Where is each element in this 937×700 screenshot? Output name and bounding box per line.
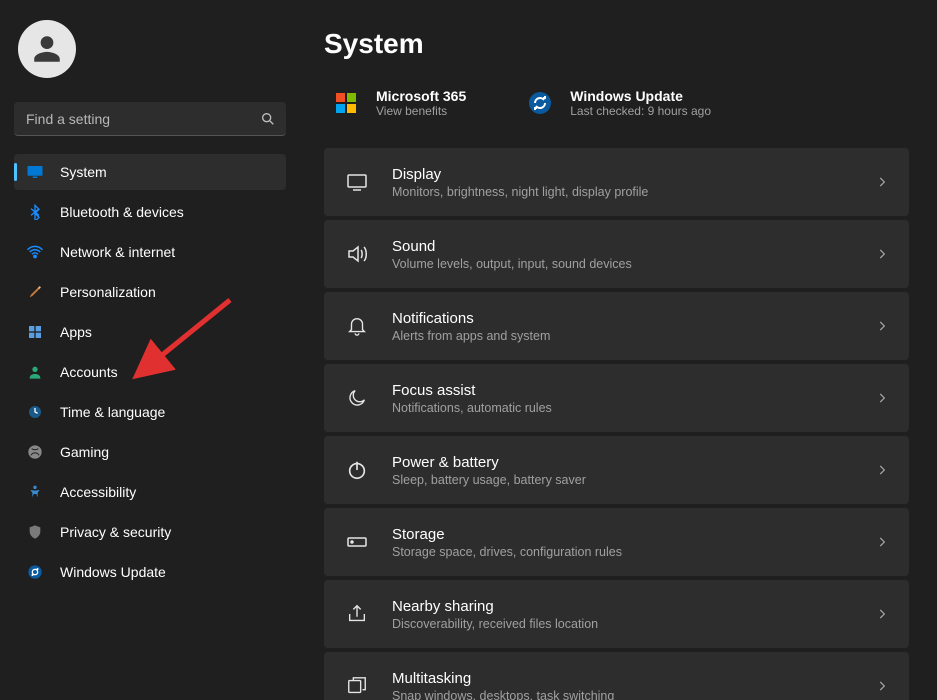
chevron-right-icon [875,247,889,261]
accessibility-icon [26,483,44,501]
page-title: System [324,28,909,60]
sidebar-item-network[interactable]: Network & internet [14,234,286,270]
sidebar-item-label: Privacy & security [60,524,171,540]
tile-subtitle: Volume levels, output, input, sound devi… [392,257,875,271]
multitasking-icon [344,673,370,699]
tile-sound[interactable]: Sound Volume levels, output, input, soun… [324,220,909,288]
tile-subtitle: Notifications, automatic rules [392,401,875,415]
sidebar-item-gaming[interactable]: Gaming [14,434,286,470]
top-card-row: Microsoft 365 View benefits Windows Upda… [324,88,909,118]
tile-subtitle: Storage space, drives, configuration rul… [392,545,875,559]
wifi-icon [26,243,44,261]
chevron-right-icon [875,535,889,549]
bluetooth-icon [26,203,44,221]
user-avatar[interactable] [18,20,76,78]
tile-title: Sound [392,238,875,255]
tile-title: Display [392,166,875,183]
tile-notifications[interactable]: Notifications Alerts from apps and syste… [324,292,909,360]
display-icon [344,169,370,195]
tile-title: Storage [392,526,875,543]
person-icon [26,363,44,381]
chevron-right-icon [875,679,889,693]
sidebar-nav: System Bluetooth & devices Network & int… [14,154,286,594]
tile-multitasking[interactable]: Multitasking Snap windows, desktops, tas… [324,652,909,700]
xbox-icon [26,443,44,461]
apps-icon [26,323,44,341]
clock-globe-icon [26,403,44,421]
sidebar-item-label: Bluetooth & devices [60,204,184,220]
paintbrush-icon [26,283,44,301]
main-content: System Microsoft 365 View benefits Windo… [300,0,937,700]
card-subtitle: View benefits [376,104,466,118]
tile-title: Multitasking [392,670,875,687]
storage-icon [344,529,370,555]
chevron-right-icon [875,175,889,189]
shield-icon [26,523,44,541]
sidebar-item-windows-update[interactable]: Windows Update [14,554,286,590]
sidebar-item-label: Personalization [60,284,156,300]
settings-tile-list: Display Monitors, brightness, night ligh… [324,148,909,700]
tile-nearby-sharing[interactable]: Nearby sharing Discoverability, received… [324,580,909,648]
tile-storage[interactable]: Storage Storage space, drives, configura… [324,508,909,576]
tile-subtitle: Monitors, brightness, night light, displ… [392,185,875,199]
sidebar-item-label: Accessibility [60,484,136,500]
sidebar-item-apps[interactable]: Apps [14,314,286,350]
tile-title: Nearby sharing [392,598,875,615]
sidebar-item-label: Windows Update [60,564,166,580]
sound-icon [344,241,370,267]
windows-update-card[interactable]: Windows Update Last checked: 9 hours ago [526,88,711,118]
sidebar: System Bluetooth & devices Network & int… [0,0,300,700]
sidebar-item-accounts[interactable]: Accounts [14,354,286,390]
tile-subtitle: Sleep, battery usage, battery saver [392,473,875,487]
chevron-right-icon [875,319,889,333]
tile-subtitle: Discoverability, received files location [392,617,875,631]
sidebar-item-label: Accounts [60,364,118,380]
tile-title: Focus assist [392,382,875,399]
update-icon [26,563,44,581]
search-container [14,102,286,136]
tile-display[interactable]: Display Monitors, brightness, night ligh… [324,148,909,216]
tile-focus-assist[interactable]: Focus assist Notifications, automatic ru… [324,364,909,432]
sidebar-item-label: Network & internet [60,244,175,260]
tile-subtitle: Alerts from apps and system [392,329,875,343]
tile-title: Power & battery [392,454,875,471]
card-title: Windows Update [570,88,711,104]
display-icon [26,163,44,181]
sidebar-item-label: Gaming [60,444,109,460]
chevron-right-icon [875,463,889,477]
tile-power-battery[interactable]: Power & battery Sleep, battery usage, ba… [324,436,909,504]
microsoft-365-card[interactable]: Microsoft 365 View benefits [332,88,466,118]
sidebar-item-time-language[interactable]: Time & language [14,394,286,430]
sidebar-item-label: Time & language [60,404,165,420]
chevron-right-icon [875,391,889,405]
microsoft-logo-icon [332,89,360,117]
update-icon [526,89,554,117]
sidebar-item-personalization[interactable]: Personalization [14,274,286,310]
moon-icon [344,385,370,411]
sidebar-item-accessibility[interactable]: Accessibility [14,474,286,510]
chevron-right-icon [875,607,889,621]
sidebar-item-label: Apps [60,324,92,340]
bell-icon [344,313,370,339]
sidebar-item-bluetooth[interactable]: Bluetooth & devices [14,194,286,230]
power-icon [344,457,370,483]
sidebar-item-privacy[interactable]: Privacy & security [14,514,286,550]
search-icon [260,111,276,127]
search-input[interactable] [14,102,286,136]
card-title: Microsoft 365 [376,88,466,104]
tile-subtitle: Snap windows, desktops, task switching [392,689,875,700]
card-subtitle: Last checked: 9 hours ago [570,104,711,118]
sidebar-item-label: System [60,164,107,180]
sidebar-item-system[interactable]: System [14,154,286,190]
tile-title: Notifications [392,310,875,327]
share-icon [344,601,370,627]
